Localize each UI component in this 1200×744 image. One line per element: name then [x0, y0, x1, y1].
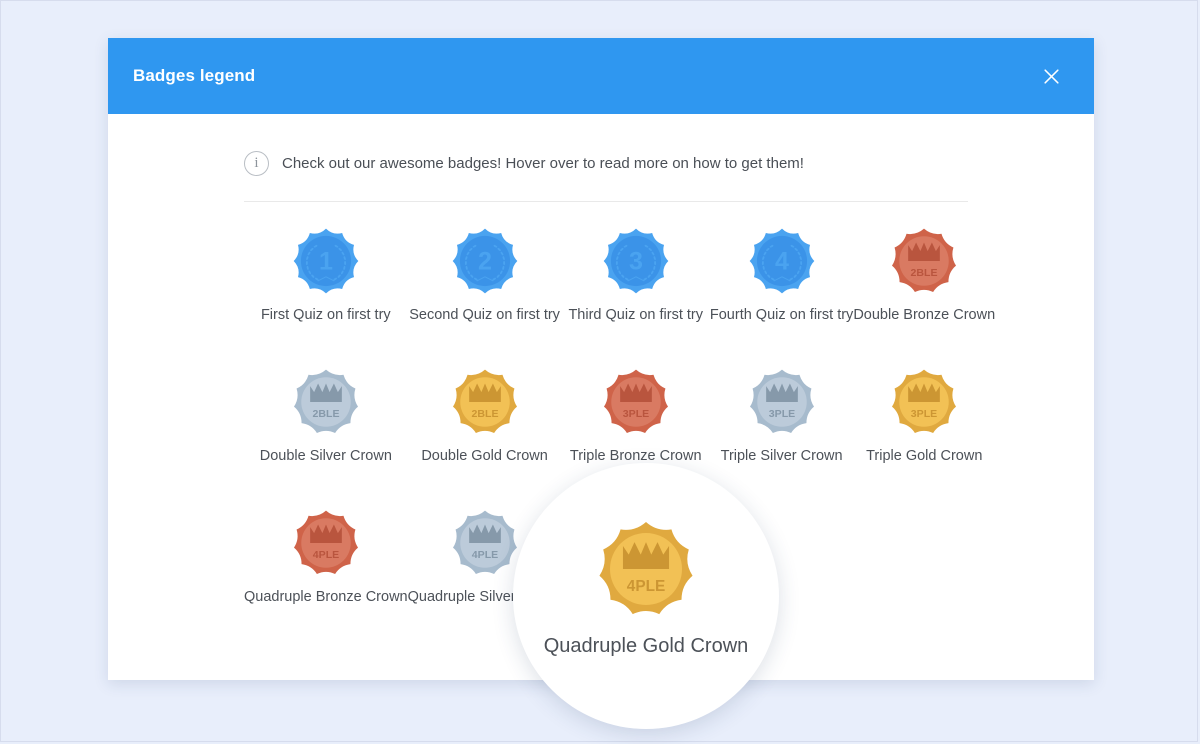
svg-text:3PLE: 3PLE [911, 408, 937, 420]
medal-badge-icon: 3 [603, 228, 669, 294]
badge-label: Third Quiz on first try [568, 307, 703, 323]
info-banner-text: Check out our awesome badges! Hover over… [282, 154, 804, 172]
medal-badge-icon: 1 [293, 228, 359, 294]
svg-text:2BLE: 2BLE [312, 408, 339, 420]
badge-label: Quadruple Bronze Crown [244, 589, 408, 605]
dialog-header: Badges legend [108, 38, 1094, 114]
svg-text:4: 4 [775, 248, 789, 276]
badge-label: Double Bronze Crown [853, 307, 996, 323]
crown-badge-icon: 3PLE [603, 369, 669, 435]
medal-badge-icon: 4 [749, 228, 815, 294]
magnified-badge-icon: 4PLE [598, 521, 694, 617]
badge-item[interactable]: 3PLE Triple Gold Crown [853, 367, 995, 508]
badge-item[interactable]: 3 Third Quiz on first try [562, 226, 710, 367]
crown-badge-icon: 3PLE [891, 369, 957, 435]
badge-label: Triple Bronze Crown [569, 448, 702, 464]
badge-label: Triple Gold Crown [866, 448, 983, 464]
badge-item[interactable]: 4 Fourth Quiz on first try [710, 226, 853, 367]
badge-item[interactable]: 2BLE Double Silver Crown [244, 367, 408, 508]
crown-badge-icon: 2BLE [452, 369, 518, 435]
badge-label: Second Quiz on first try [409, 307, 560, 323]
crown-badge-icon: 2BLE [891, 228, 957, 294]
close-button[interactable] [1034, 59, 1068, 93]
badge-label: Double Silver Crown [259, 448, 392, 464]
medal-badge-icon: 2 [452, 228, 518, 294]
crown-badge-icon: 4PLE [452, 510, 518, 576]
svg-text:2BLE: 2BLE [911, 267, 938, 279]
svg-text:1: 1 [319, 248, 333, 276]
badge-item[interactable]: 2BLE Double Gold Crown [408, 367, 562, 508]
page-title: Badges legend [133, 66, 256, 85]
svg-text:4PLE: 4PLE [471, 549, 497, 561]
badge-item[interactable]: 4PLE Quadruple Bronze Crown [244, 508, 408, 649]
badge-item[interactable]: 3PLE Triple Silver Crown [710, 367, 853, 508]
badge-label: Double Gold Crown [421, 448, 548, 464]
badge-label: First Quiz on first try [260, 307, 391, 323]
badge-label: Fourth Quiz on first try [709, 307, 854, 323]
badge-label: Triple Silver Crown [720, 448, 843, 464]
info-banner: i Check out our awesome badges! Hover ov… [108, 114, 1094, 176]
svg-text:4PLE: 4PLE [313, 549, 339, 561]
svg-text:3: 3 [629, 248, 643, 276]
magnified-badge-label: Quadruple Gold Crown [543, 635, 749, 657]
info-circle-icon: i [244, 150, 269, 176]
svg-text:3PLE: 3PLE [768, 408, 794, 420]
crown-badge-icon: 4PLE [293, 510, 359, 576]
badge-item[interactable]: 1 First Quiz on first try [244, 226, 408, 367]
svg-text:4PLE: 4PLE [627, 578, 665, 595]
badge-hover-magnifier: 4PLE Quadruple Gold Crown [513, 463, 779, 729]
svg-text:3PLE: 3PLE [623, 408, 649, 420]
badge-item[interactable]: 2BLE Double Bronze Crown [853, 226, 995, 367]
svg-text:2: 2 [478, 248, 492, 276]
svg-text:2BLE: 2BLE [471, 408, 498, 420]
close-icon [1043, 68, 1059, 84]
crown-badge-icon: 3PLE [749, 369, 815, 435]
badge-item[interactable]: 2 Second Quiz on first try [408, 226, 562, 367]
crown-badge-icon: 2BLE [293, 369, 359, 435]
